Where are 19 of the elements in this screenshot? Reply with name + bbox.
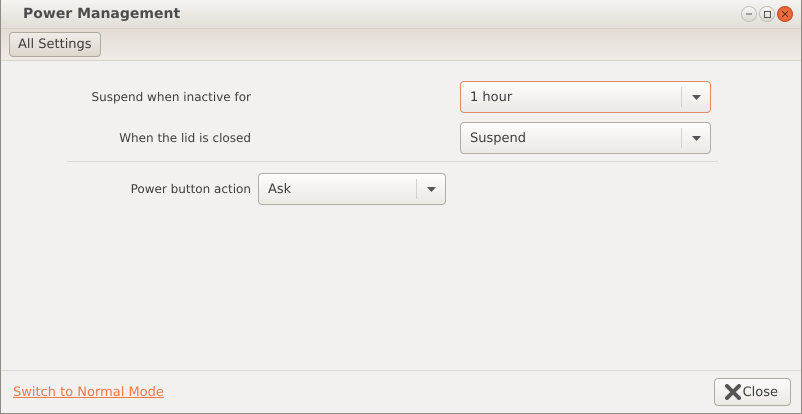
dropdown-arrow-icon	[692, 136, 701, 140]
minimize-icon	[746, 13, 752, 15]
window-title: Power Management	[23, 6, 182, 22]
minimize-button[interactable]	[741, 6, 757, 22]
all-settings-button[interactable]: All Settings	[9, 32, 101, 57]
maximize-button[interactable]	[759, 6, 775, 22]
dropdown[interactable]: 1 hour	[460, 81, 711, 113]
setting-label: Power button action	[130, 182, 251, 196]
close-dialog-button[interactable]: Close	[714, 378, 791, 406]
setting-label: When the lid is closed	[118, 131, 251, 145]
close-icon	[782, 11, 788, 17]
setting-label: Suspend when inactive for	[90, 90, 251, 104]
dropdown-arrow-icon	[692, 94, 701, 100]
close-button[interactable]	[777, 6, 793, 22]
dropdown[interactable]: Suspend	[460, 122, 711, 154]
dropdown-arrow-icon	[427, 186, 436, 192]
dropdown[interactable]: Ask	[258, 173, 446, 205]
maximize-icon	[764, 10, 770, 18]
close-icon	[724, 384, 741, 400]
